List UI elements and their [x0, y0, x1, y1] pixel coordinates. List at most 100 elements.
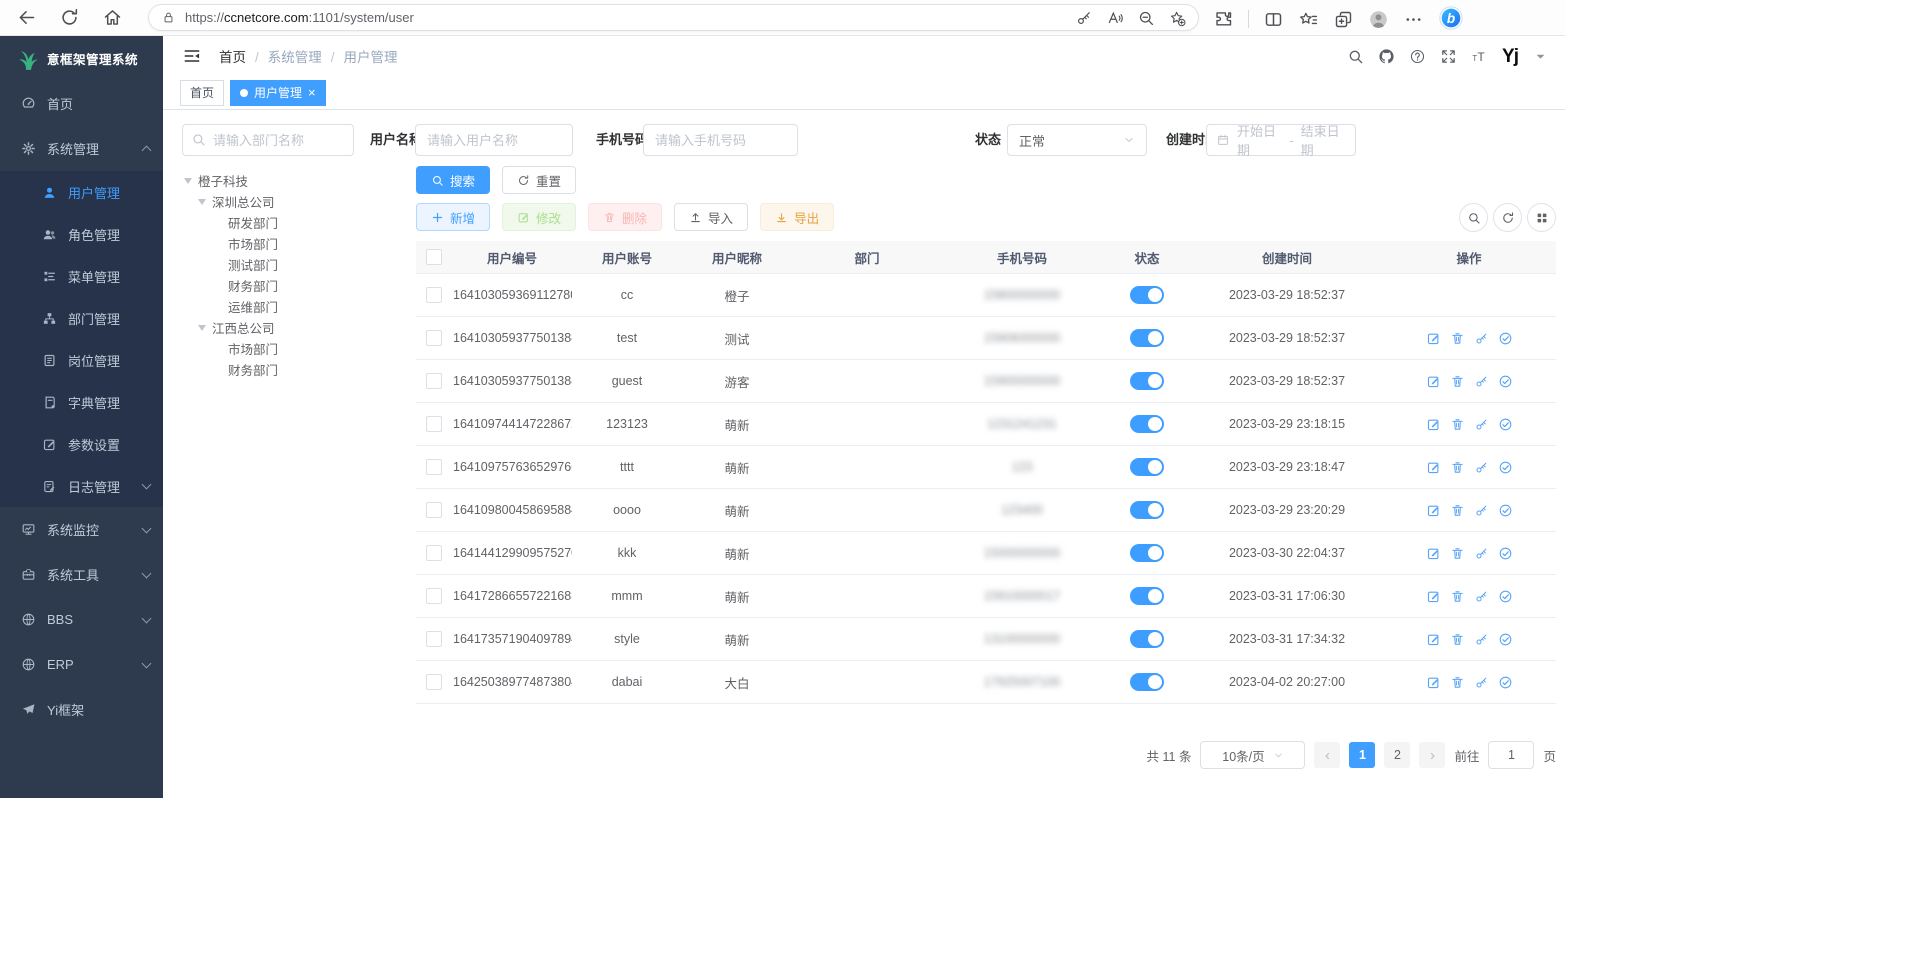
header-search-icon[interactable]	[1347, 48, 1364, 65]
split-screen-icon[interactable]	[1263, 9, 1284, 30]
tree-node[interactable]: 市场部门	[182, 233, 402, 254]
favorites-icon[interactable]	[1298, 9, 1319, 30]
extensions-icon[interactable]	[1213, 9, 1234, 30]
sidebar-item-home[interactable]: 首页	[0, 81, 163, 126]
avatar-caret-icon[interactable]	[1532, 48, 1549, 65]
delete-row-icon[interactable]	[1450, 374, 1465, 389]
assign-role-icon[interactable]	[1498, 460, 1513, 475]
reset-password-icon[interactable]	[1474, 546, 1489, 561]
select-all-checkbox[interactable]	[426, 249, 442, 265]
assign-role-icon[interactable]	[1498, 331, 1513, 346]
row-checkbox[interactable]	[426, 588, 442, 604]
browser-refresh-icon[interactable]	[59, 7, 80, 28]
prev-page-button[interactable]: ‹	[1314, 742, 1340, 768]
browser-back-icon[interactable]	[16, 7, 37, 28]
assign-role-icon[interactable]	[1498, 546, 1513, 561]
user-avatar[interactable]: Yj	[1502, 47, 1518, 66]
tree-node[interactable]: 市场部门	[182, 338, 402, 359]
status-toggle[interactable]	[1130, 415, 1164, 433]
add-button[interactable]: 新增	[416, 203, 490, 231]
sidebar-item-bbs[interactable]: BBS	[0, 597, 163, 642]
dept-search-input[interactable]	[182, 124, 354, 156]
tree-node[interactable]: 测试部门	[182, 254, 402, 275]
row-checkbox[interactable]	[426, 631, 442, 647]
row-checkbox[interactable]	[426, 373, 442, 389]
edit-row-icon[interactable]	[1426, 675, 1441, 690]
sidebar-item-post-management[interactable]: 岗位管理	[0, 339, 163, 381]
tree-node[interactable]: 财务部门	[182, 359, 402, 380]
delete-row-icon[interactable]	[1450, 675, 1465, 690]
tree-node[interactable]: 运维部门	[182, 296, 402, 317]
breadcrumb-home[interactable]: 首页	[219, 50, 246, 65]
delete-row-icon[interactable]	[1450, 546, 1465, 561]
breadcrumb-system[interactable]: 系统管理	[268, 50, 322, 65]
edit-row-icon[interactable]	[1426, 417, 1441, 432]
tree-node[interactable]: 研发部门	[182, 212, 402, 233]
font-size-icon[interactable]: TT	[1471, 48, 1488, 65]
caret-icon[interactable]	[184, 178, 192, 184]
edit-row-icon[interactable]	[1426, 331, 1441, 346]
page-button[interactable]: 1	[1349, 742, 1375, 768]
status-toggle[interactable]	[1130, 458, 1164, 476]
reset-password-icon[interactable]	[1474, 331, 1489, 346]
edit-row-icon[interactable]	[1426, 589, 1441, 604]
edit-row-icon[interactable]	[1426, 632, 1441, 647]
next-page-button[interactable]: ›	[1419, 742, 1445, 768]
sidebar-item-log-management[interactable]: 日志管理	[0, 465, 163, 507]
assign-role-icon[interactable]	[1498, 374, 1513, 389]
reset-password-icon[interactable]	[1474, 675, 1489, 690]
caret-icon[interactable]	[198, 325, 206, 331]
assign-role-icon[interactable]	[1498, 503, 1513, 518]
status-toggle[interactable]	[1130, 544, 1164, 562]
sidebar-item-user-management[interactable]: 用户管理	[0, 171, 163, 213]
delete-row-icon[interactable]	[1450, 417, 1465, 432]
status-toggle[interactable]	[1130, 329, 1164, 347]
browser-menu-icon[interactable]	[1403, 9, 1424, 30]
tab-user-management[interactable]: 用户管理 ×	[230, 80, 326, 106]
edit-row-icon[interactable]	[1426, 374, 1441, 389]
reset-password-icon[interactable]	[1474, 503, 1489, 518]
date-range-picker[interactable]: 开始日期 - 结束日期	[1206, 124, 1356, 156]
fullscreen-icon[interactable]	[1440, 48, 1457, 65]
sidebar-item-tools[interactable]: 系统工具	[0, 552, 163, 597]
assign-role-icon[interactable]	[1498, 675, 1513, 690]
row-checkbox[interactable]	[426, 674, 442, 690]
github-icon[interactable]	[1378, 48, 1395, 65]
edit-row-icon[interactable]	[1426, 460, 1441, 475]
row-checkbox[interactable]	[426, 459, 442, 475]
status-toggle[interactable]	[1130, 501, 1164, 519]
table-search-button[interactable]	[1459, 203, 1488, 232]
sidebar-item-param-settings[interactable]: 参数设置	[0, 423, 163, 465]
row-checkbox[interactable]	[426, 416, 442, 432]
edit-row-icon[interactable]	[1426, 503, 1441, 518]
import-button[interactable]: 导入	[674, 203, 748, 231]
edit-button[interactable]: 修改	[502, 203, 576, 231]
status-toggle[interactable]	[1130, 286, 1164, 304]
sidebar-item-dict-management[interactable]: 字典管理	[0, 381, 163, 423]
sidebar-item-role-management[interactable]: 角色管理	[0, 213, 163, 255]
phone-input[interactable]	[643, 124, 798, 156]
tab-close-icon[interactable]: ×	[308, 86, 316, 99]
page-button[interactable]: 2	[1384, 742, 1410, 768]
assign-role-icon[interactable]	[1498, 632, 1513, 647]
collections-icon[interactable]	[1333, 9, 1354, 30]
status-toggle[interactable]	[1130, 673, 1164, 691]
delete-row-icon[interactable]	[1450, 632, 1465, 647]
delete-button[interactable]: 删除	[588, 203, 662, 231]
copilot-icon[interactable]: b	[1438, 5, 1464, 31]
reset-password-icon[interactable]	[1474, 632, 1489, 647]
goto-page-input[interactable]	[1488, 741, 1534, 769]
sidebar-item-dept-management[interactable]: 部门管理	[0, 297, 163, 339]
row-checkbox[interactable]	[426, 502, 442, 518]
reset-password-icon[interactable]	[1474, 460, 1489, 475]
sidebar-item-yi-framework[interactable]: Yi框架	[0, 687, 163, 732]
zoom-out-icon[interactable]	[1137, 9, 1155, 27]
sidebar-item-monitor[interactable]: 系统监控	[0, 507, 163, 552]
edit-row-icon[interactable]	[1426, 546, 1441, 561]
row-checkbox[interactable]	[426, 330, 442, 346]
row-checkbox[interactable]	[426, 545, 442, 561]
page-size-select[interactable]: 10条/页	[1200, 741, 1305, 769]
tree-node[interactable]: 深圳总公司	[182, 191, 402, 212]
lock-icon[interactable]	[161, 10, 176, 25]
hamburger-icon[interactable]	[182, 46, 202, 66]
